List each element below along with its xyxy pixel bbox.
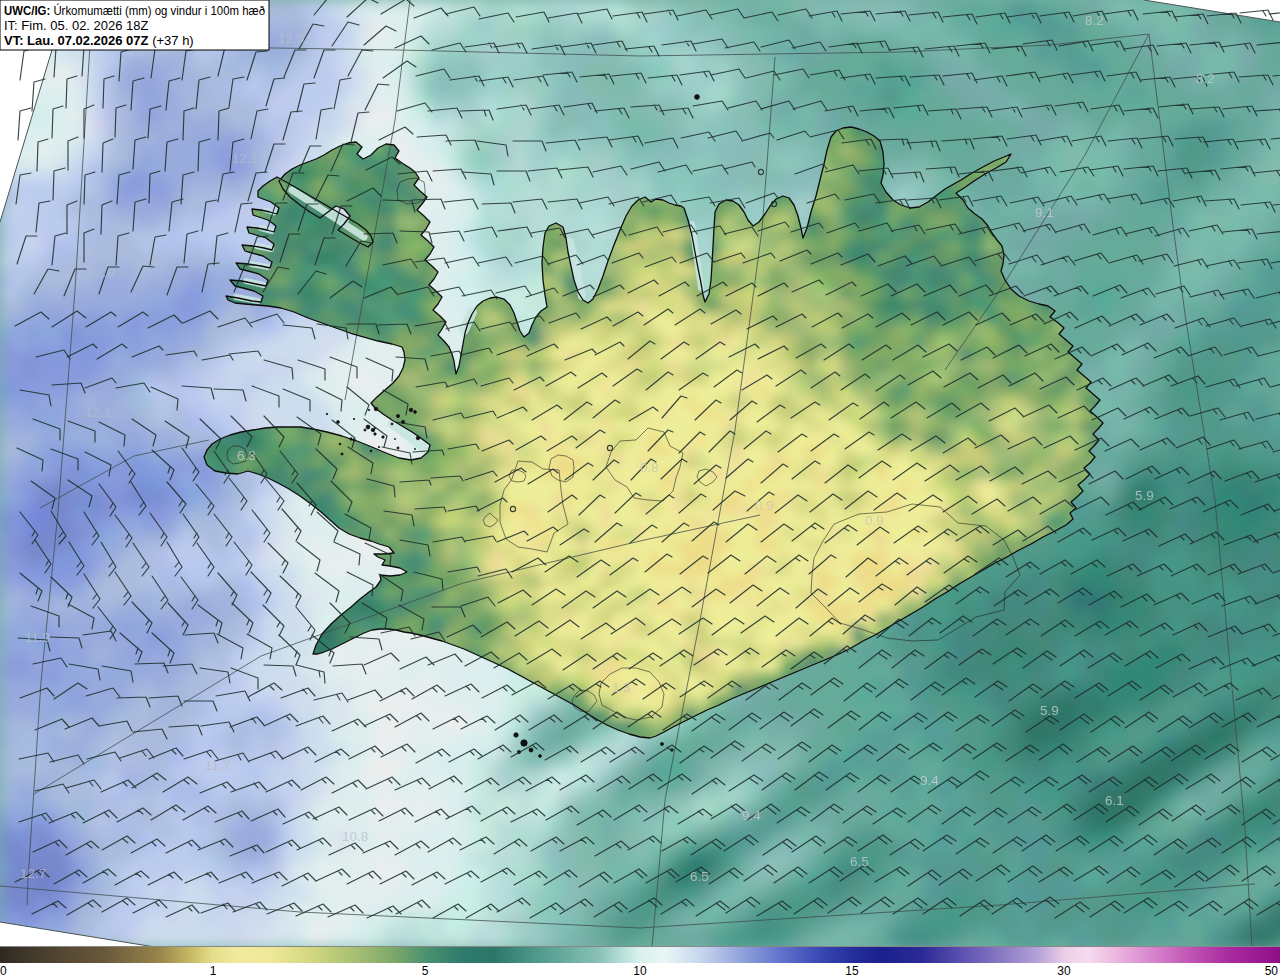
svg-text:9.1: 9.1 <box>1035 205 1054 220</box>
svg-text:11.9: 11.9 <box>25 630 50 645</box>
svg-text:VT: Lau. 07.02.2026 07Z (+37 h: VT: Lau. 07.02.2026 07Z (+37 h) <box>4 33 194 48</box>
svg-text:1.3: 1.3 <box>612 680 631 695</box>
svg-text:12.0: 12.0 <box>278 31 304 46</box>
svg-text:11.7: 11.7 <box>205 758 230 773</box>
svg-text:12.1: 12.1 <box>85 405 111 420</box>
svg-text:12.1: 12.1 <box>232 151 258 166</box>
svg-text:5.9: 5.9 <box>1135 488 1154 503</box>
svg-text:IT: Fim. 05. 02. 2026 18Z: IT: Fim. 05. 02. 2026 18Z <box>4 18 149 33</box>
svg-text:5: 5 <box>422 964 429 978</box>
svg-text:6.5: 6.5 <box>850 854 869 869</box>
svg-text:30: 30 <box>1057 964 1071 978</box>
svg-text:12.0: 12.0 <box>88 265 114 280</box>
svg-text:6.5: 6.5 <box>690 869 709 884</box>
svg-text:9.4: 9.4 <box>920 773 939 788</box>
svg-text:15: 15 <box>845 964 859 978</box>
svg-text:9.4: 9.4 <box>742 808 761 823</box>
svg-text:UWC/IG: Úrkomumætti (mm) og vi: UWC/IG: Úrkomumætti (mm) og vindur i 100… <box>4 3 265 18</box>
svg-text:0.9: 0.9 <box>755 498 774 513</box>
svg-text:1: 1 <box>210 964 217 978</box>
svg-text:12.7: 12.7 <box>20 866 46 881</box>
svg-text:10.8: 10.8 <box>342 829 368 844</box>
svg-text:0: 0 <box>0 964 7 978</box>
svg-text:50: 50 <box>1265 964 1279 978</box>
svg-text:6.3: 6.3 <box>237 448 256 463</box>
svg-text:0.9: 0.9 <box>865 513 884 528</box>
svg-text:0.8: 0.8 <box>640 460 659 475</box>
svg-text:6.1: 6.1 <box>1105 793 1124 808</box>
svg-text:10: 10 <box>633 964 647 978</box>
svg-text:8.2: 8.2 <box>1196 71 1215 86</box>
svg-text:5.9: 5.9 <box>1040 703 1059 718</box>
svg-text:8.2: 8.2 <box>1085 13 1104 28</box>
